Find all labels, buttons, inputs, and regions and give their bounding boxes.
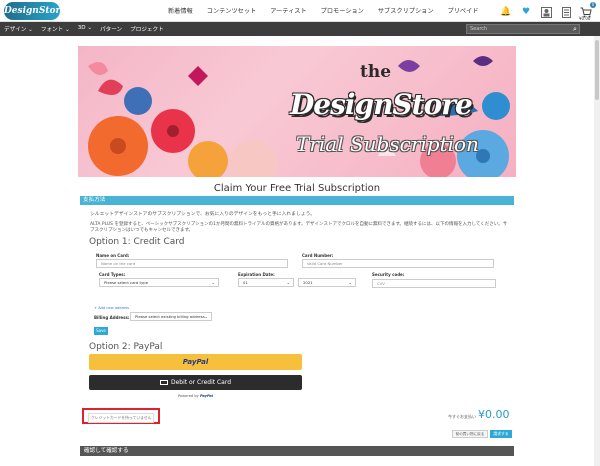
bell-icon[interactable]: 🔔: [500, 6, 512, 18]
billing-address-select[interactable]: Please select existing billing address ⌄: [130, 312, 212, 321]
trial-banner: the DesignStore Trial Subscription: [78, 46, 516, 177]
debit-credit-card-button[interactable]: Debit or Credit Card: [89, 375, 302, 390]
category-patterns[interactable]: パターン: [100, 25, 122, 33]
search-input[interactable]: Search: [466, 24, 580, 34]
expiration-date-label: Expiration Date:: [238, 272, 275, 277]
user-icon[interactable]: [540, 6, 552, 18]
category-3d[interactable]: 3D ⌄: [78, 25, 92, 33]
banner-trial-subscription: Trial Subscription: [296, 132, 479, 156]
credit-card-icon: [159, 380, 168, 385]
paypal-option-title: Option 2: PayPal: [89, 342, 163, 352]
powered-by-paypal: Powered by PayPal: [89, 394, 302, 398]
billing-address-value: Please select existing billing address: [135, 314, 205, 319]
banner-design-store: DesignStore: [290, 88, 473, 121]
site-logo[interactable]: DesignStore: [4, 2, 66, 20]
billing-address-label: Billing Address:: [94, 315, 130, 320]
nav-item-promotions[interactable]: プロモーション: [321, 6, 364, 15]
no-credit-card-button[interactable]: クレジットカードを持っていません: [88, 413, 155, 423]
nav-item-content-sets[interactable]: コンテンツセット: [207, 6, 257, 15]
total-label: 今すぐお支払い: [448, 414, 476, 419]
credit-card-option-title: Option 1: Credit Card: [89, 237, 185, 247]
card-type-value: Please select card type: [104, 280, 149, 285]
card-number-input[interactable]: Valid Card Number: [302, 259, 494, 268]
no-credit-card-highlight: クレジットカードを持っていません: [82, 408, 160, 424]
chevron-down-icon: ⌄: [204, 314, 208, 319]
powered-by-text: Powered by: [177, 394, 199, 398]
heart-icon[interactable]: ♥: [520, 6, 532, 18]
expiration-year-select[interactable]: 2021 ⌄: [298, 278, 356, 287]
document-icon[interactable]: [560, 6, 572, 18]
powered-by-brand: PayPal: [199, 394, 214, 398]
total-value: ¥0.00: [478, 408, 510, 421]
debit-credit-card-label: Debit or Credit Card: [170, 379, 232, 386]
security-code-input[interactable]: CVV: [372, 279, 496, 288]
cart-count-badge: 0: [590, 2, 596, 8]
name-on-card-label: Name on Card:: [96, 253, 130, 258]
nav-item-subscriptions[interactable]: サブスクリプション: [378, 6, 434, 15]
nav-item-new[interactable]: 新着情報: [168, 6, 193, 15]
card-type-select[interactable]: Please select card type ⌄: [99, 278, 219, 287]
chevron-down-icon: ⌄: [348, 280, 352, 285]
intro-text: シルエットデザインストアのサブスクリプションで、お気に入りのデザインをもっと手に…: [90, 212, 315, 217]
trial-description: ALTA PLUS を登録すると、ベーシックサブスクリプションの1か月間の無料ト…: [90, 222, 508, 233]
name-on-card-input[interactable]: Name on the card: [96, 259, 288, 268]
cart[interactable]: 0 ¥0.00: [579, 2, 596, 21]
save-button[interactable]: Save: [94, 327, 108, 335]
header-icons: 🔔 ♥ 0 ¥0.00: [500, 2, 596, 21]
nav-item-prepaid[interactable]: プリペイド: [448, 6, 479, 15]
card-number-label: Card Number:: [302, 253, 334, 258]
nav-item-artists[interactable]: アーティスト: [270, 6, 306, 15]
top-header: DesignStore 新着情報 コンテンツセット アーティスト プロモーション…: [0, 0, 600, 22]
banner-the: the: [360, 62, 392, 82]
category-designs[interactable]: デザイン ⌄: [4, 25, 33, 33]
back-to-shopping-button[interactable]: 前の買い物に戻る: [452, 430, 488, 438]
checkout-button[interactable]: 請求する: [490, 430, 512, 438]
scrollbar-thumb[interactable]: [595, 40, 599, 100]
main-nav: 新着情報 コンテンツセット アーティスト プロモーション サブスクリプション プ…: [168, 6, 478, 15]
category-fonts[interactable]: フォント ⌄: [41, 25, 70, 33]
chevron-down-icon: ⌄: [286, 280, 290, 285]
cart-price: ¥0.00: [579, 16, 591, 21]
scrollbar-track[interactable]: [594, 36, 600, 466]
security-code-label: Security code:: [372, 272, 405, 277]
confirm-section-header: 確認して確認する: [80, 446, 514, 456]
paypal-button[interactable]: PayPal: [89, 354, 302, 370]
card-type-label: Card Types:: [99, 272, 126, 277]
expiration-month-value: 01: [243, 280, 248, 285]
expiration-year-value: 2021: [303, 280, 313, 285]
category-projects[interactable]: プロジェクト: [130, 25, 164, 33]
payment-method-header: 支払方法: [80, 196, 514, 205]
add-address-link[interactable]: + Add new address: [94, 306, 129, 310]
expiration-month-select[interactable]: 01 ⌄: [238, 278, 294, 287]
chevron-down-icon: ⌄: [211, 280, 215, 285]
page-title: Claim Your Free Trial Subscription: [213, 183, 381, 194]
search-icon[interactable]: ⌕: [570, 24, 580, 34]
category-nav: デザイン ⌄ フォント ⌄ 3D ⌄ パターン プロジェクト Search ⌕: [0, 22, 600, 36]
